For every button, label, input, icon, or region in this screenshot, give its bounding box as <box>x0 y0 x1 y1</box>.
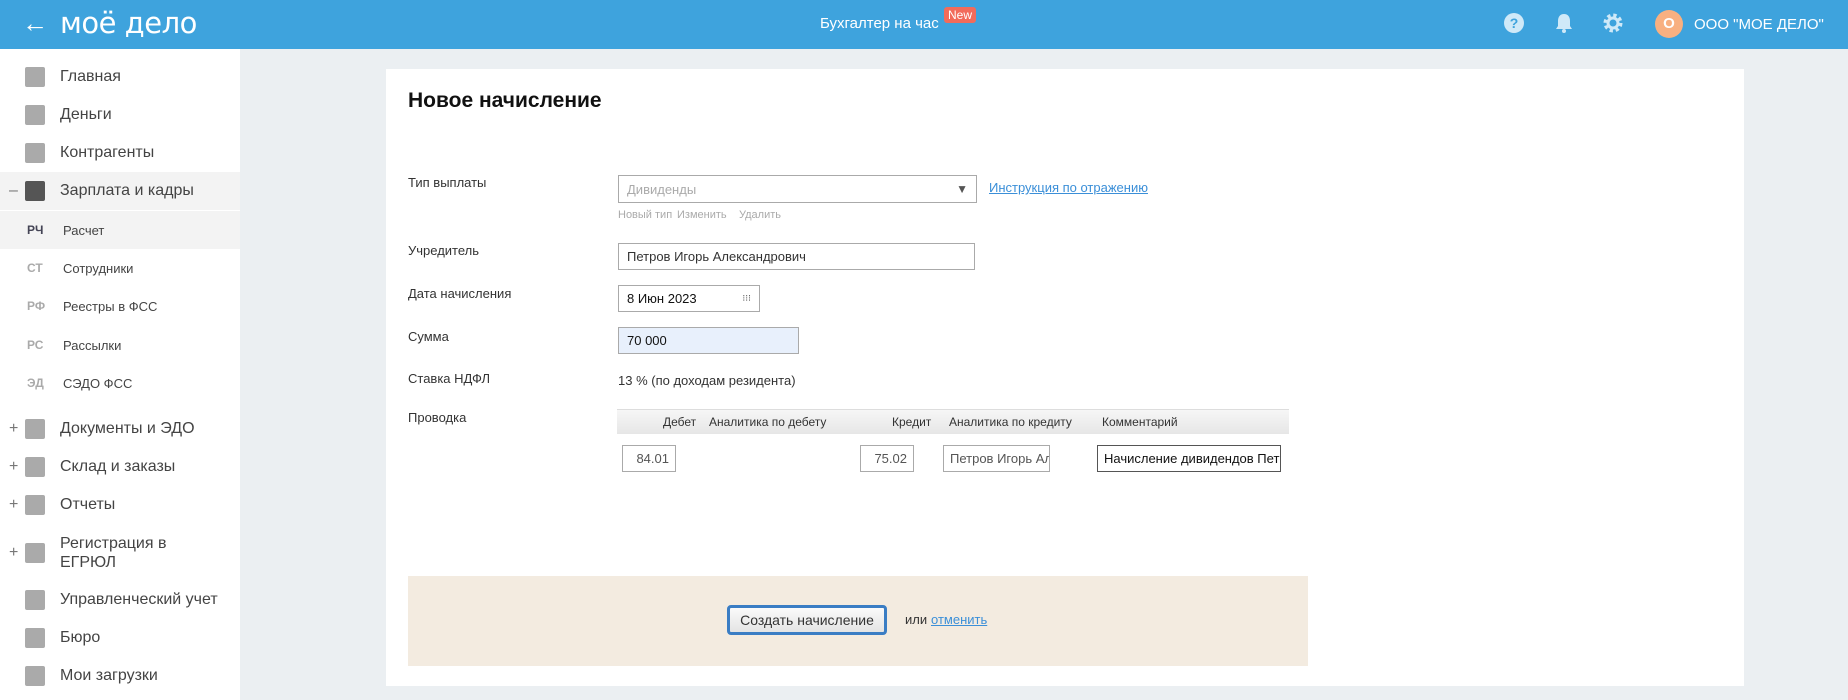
ndfl-rate-label: Ставка НДФЛ <box>408 371 491 386</box>
instruction-link[interactable]: Инструкция по отражению <box>989 180 1148 195</box>
money-icon <box>25 105 45 125</box>
create-accrual-button[interactable]: Создать начисление <box>727 605 887 635</box>
new-badge: New <box>944 7 977 23</box>
expand-icon[interactable]: + <box>9 544 18 562</box>
sidebar-item-contractors[interactable]: Контрагенты <box>0 134 240 172</box>
folder-icon <box>25 666 45 686</box>
debit-account-input[interactable]: 84.01 <box>622 445 676 472</box>
payment-type-select[interactable]: Дивиденды ▼ <box>618 175 977 203</box>
ndfl-rate-value: 13 % (по доходам резидента) <box>618 373 796 388</box>
briefcase-icon <box>25 628 45 648</box>
wallet-icon <box>25 181 45 201</box>
expand-icon[interactable]: + <box>9 420 18 438</box>
sidebar-subitem-sedo[interactable]: ЭД СЭДО ФСС <box>0 364 240 402</box>
date-value: 8 Июн 2023 <box>627 291 697 306</box>
payment-type-value: Дивиденды <box>627 181 697 197</box>
sidebar-subitem-mailings[interactable]: РС Рассылки <box>0 326 240 364</box>
sidebar-item-money[interactable]: Деньги <box>0 96 240 134</box>
sidebar-item-label: Сотрудники <box>63 260 134 276</box>
gear-icon[interactable] <box>1602 12 1624 34</box>
sidebar-item-registration[interactable]: + Регистрация в ЕГРЮЛ <box>0 529 240 577</box>
subitem-abbr: РС <box>27 338 44 352</box>
sidebar-item-home[interactable]: Главная <box>0 58 240 96</box>
sidebar-item-label: Реестры в ФСС <box>63 298 158 314</box>
registration-icon <box>25 543 45 563</box>
sidebar-item-label: Расчет <box>63 222 105 238</box>
back-arrow-icon[interactable]: ← <box>22 8 48 39</box>
date-input[interactable]: 8 Июн 2023 ⁝⁝⁝ <box>618 285 760 312</box>
founder-input[interactable]: Петров Игорь Александрович <box>618 243 975 270</box>
sidebar-item-label: Мои загрузки <box>60 667 158 684</box>
organization-name[interactable]: ООО "МОЕ ДЕЛО" <box>1694 16 1824 33</box>
cancel-link[interactable]: отменить <box>931 612 987 627</box>
col-comment: Комментарий <box>1102 415 1178 429</box>
new-type-link[interactable]: Новый тип <box>618 209 672 221</box>
sidebar: Главная Деньги Контрагенты – Зарплата и к… <box>0 49 240 700</box>
person-icon <box>25 143 45 163</box>
sidebar-item-label: Главная <box>60 68 121 85</box>
sum-label: Сумма <box>408 329 449 344</box>
bell-icon[interactable] <box>1553 12 1575 34</box>
delete-type-link[interactable]: Удалить <box>739 209 781 221</box>
top-bar: ← моё дело Бухгалтер на час New ? О ООО … <box>0 0 1848 49</box>
sidebar-item-management[interactable]: Управленческий учет <box>0 581 240 619</box>
sidebar-item-label: Деньги <box>60 106 112 123</box>
expand-icon[interactable]: + <box>9 458 18 476</box>
credit-account-input[interactable]: 75.02 <box>860 445 914 472</box>
ruble-icon <box>25 590 45 610</box>
sidebar-item-salary[interactable]: – Зарплата и кадры <box>0 172 240 210</box>
sidebar-item-label: Регистрация в ЕГРЮЛ <box>60 535 167 571</box>
subitem-abbr: ЭД <box>27 376 44 390</box>
sidebar-item-downloads[interactable]: Мои загрузки <box>0 657 240 695</box>
sidebar-item-reports[interactable]: + Отчеты <box>0 486 240 524</box>
folder-icon <box>25 419 45 439</box>
collapse-icon[interactable]: – <box>9 182 18 200</box>
avatar[interactable]: О <box>1655 10 1683 38</box>
svg-text:?: ? <box>1510 15 1519 31</box>
sidebar-item-bureau[interactable]: Бюро <box>0 619 240 657</box>
subitem-abbr: РФ <box>27 299 46 313</box>
subitem-abbr: СТ <box>27 261 43 275</box>
cart-icon <box>25 457 45 477</box>
sidebar-item-warehouse[interactable]: + Склад и заказы <box>0 448 240 486</box>
dropdown-arrow-icon[interactable]: ▼ <box>956 182 968 196</box>
date-label: Дата начисления <box>408 286 512 301</box>
page-title: Новое начисление <box>408 89 602 112</box>
credit-analytics-input[interactable]: Петров Игорь Александрович <box>943 445 1050 472</box>
home-icon <box>25 67 45 87</box>
edit-type-link[interactable]: Изменить <box>677 209 727 221</box>
report-icon <box>25 495 45 515</box>
accountant-per-hour-link[interactable]: Бухгалтер на час <box>820 15 939 32</box>
col-debit-analytics: Аналитика по дебету <box>709 415 827 429</box>
sidebar-item-label: Рассылки <box>63 337 122 353</box>
sidebar-subitem-employees[interactable]: СТ Сотрудники <box>0 249 240 287</box>
sidebar-item-documents[interactable]: + Документы и ЭДО <box>0 410 240 448</box>
sidebar-item-label: Отчеты <box>60 496 116 513</box>
sidebar-item-label: Документы и ЭДО <box>60 420 195 437</box>
sidebar-item-label: Бюро <box>60 629 101 646</box>
expand-icon[interactable]: + <box>9 496 18 514</box>
sidebar-subitem-fss-registers[interactable]: РФ Реестры в ФСС <box>0 287 240 325</box>
help-icon[interactable]: ? <box>1503 12 1525 34</box>
col-debit: Дебет <box>663 415 697 429</box>
sum-input[interactable]: 70 000 <box>618 327 799 354</box>
or-text: или <box>905 612 928 627</box>
logo[interactable]: моё дело <box>60 6 197 40</box>
sidebar-subitem-calc[interactable]: РЧ Расчет <box>0 211 240 249</box>
col-credit: Кредит <box>892 415 932 429</box>
founder-label: Учредитель <box>408 243 480 258</box>
sidebar-item-label: Управленческий учет <box>60 591 218 608</box>
payment-type-label: Тип выплаты <box>408 175 487 190</box>
sidebar-item-label: Контрагенты <box>60 144 155 161</box>
posting-table-header: Дебет Аналитика по дебету Кредит Аналити… <box>617 409 1289 434</box>
col-credit-analytics: Аналитика по кредиту <box>949 415 1072 429</box>
sidebar-item-label: СЭДО ФСС <box>63 375 133 391</box>
calendar-icon[interactable]: ⁝⁝⁝ <box>742 293 751 304</box>
comment-input[interactable]: Начисление дивидендов Петрову И. А. <box>1097 445 1281 472</box>
sidebar-item-label: Склад и заказы <box>60 458 176 475</box>
sidebar-item-label: Зарплата и кадры <box>60 182 194 199</box>
subitem-abbr: РЧ <box>27 223 44 237</box>
posting-label: Проводка <box>408 410 467 425</box>
